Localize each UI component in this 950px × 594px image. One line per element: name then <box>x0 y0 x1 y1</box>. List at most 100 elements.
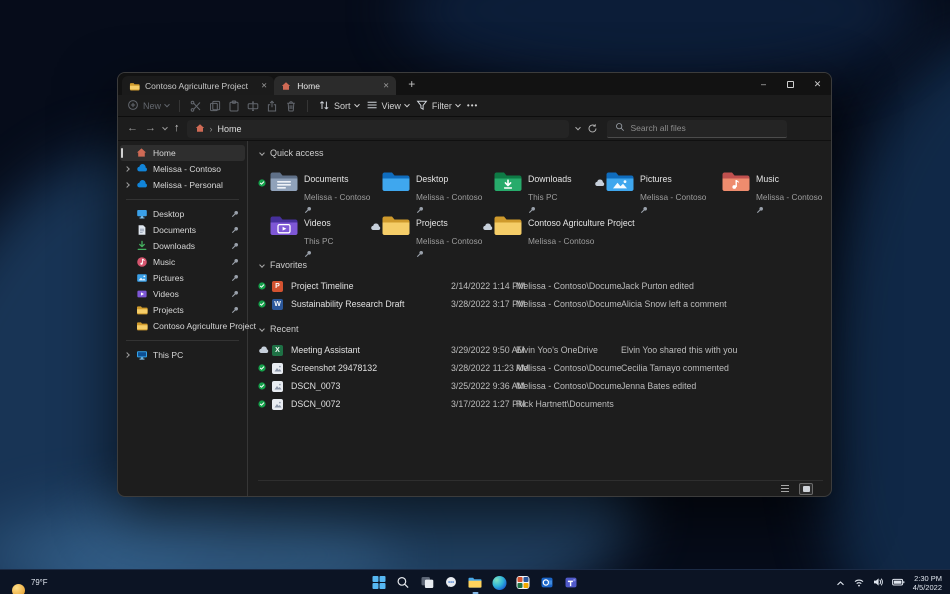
search-icon <box>615 119 625 137</box>
wifi-icon[interactable] <box>853 574 865 592</box>
sidebar-item-downloads[interactable]: Downloads <box>120 238 245 254</box>
divider <box>307 99 309 112</box>
file-row-sustainability-research-draft[interactable]: W Sustainability Research Draft 3/28/202… <box>258 295 823 313</box>
filter-button[interactable]: Filter <box>416 99 461 113</box>
teams-button[interactable] <box>563 574 580 591</box>
forward-button[interactable]: → <box>145 123 156 134</box>
paste-button[interactable] <box>228 100 240 112</box>
refresh-button[interactable] <box>587 123 598 134</box>
office-button[interactable] <box>515 574 532 591</box>
tile-contoso-agriculture-project[interactable]: Contoso Agriculture Project Melissa - Con… <box>482 211 702 249</box>
file-row-screenshot[interactable]: Screenshot 29478132 3/28/2022 11:23 AM M… <box>258 359 823 377</box>
back-button[interactable]: ← <box>127 123 138 134</box>
search-input[interactable] <box>630 123 779 133</box>
sidebar-item-contoso-agriculture-project[interactable]: Contoso Agriculture Project <box>120 318 256 334</box>
section-quick-access[interactable]: Quick access <box>258 145 823 161</box>
tile-name: Contoso Agriculture Project <box>528 218 635 228</box>
edge-icon <box>492 575 506 590</box>
file-name: Screenshot 29478132 <box>291 363 378 373</box>
sync-status-icon <box>258 179 266 187</box>
sidebar-item-music[interactable]: Music <box>120 254 245 270</box>
share-button[interactable] <box>266 99 278 112</box>
tile-pictures[interactable]: Pictures Melissa - Contoso <box>594 167 706 213</box>
sort-button[interactable]: Sort <box>318 99 360 113</box>
sidebar-item-pictures[interactable]: Pictures <box>120 270 245 286</box>
file-row-project-timeline[interactable]: P Project Timeline 2/14/2022 1:14 PM Mel… <box>258 277 823 295</box>
sidebar-item-melissa-personal[interactable]: Melissa - Personal <box>120 177 245 193</box>
volume-icon[interactable] <box>873 574 884 592</box>
items-view: Quick access Documents Melissa - Contoso … <box>248 141 831 496</box>
breadcrumb[interactable]: › Home <box>186 119 569 138</box>
file-location: Melissa - Contoso\Documents <box>516 281 621 291</box>
hidden-icons-button[interactable] <box>836 574 845 592</box>
tile-location: This PC <box>528 192 558 202</box>
sidebar-item-desktop[interactable]: Desktop <box>120 206 245 222</box>
edge-button[interactable] <box>491 574 508 591</box>
tile-downloads[interactable]: Downloads This PC <box>482 167 594 213</box>
sidebar-item-this-pc[interactable]: This PC <box>120 347 245 363</box>
tile-documents[interactable]: Documents Melissa - Contoso <box>258 167 370 213</box>
sidebar-item-videos[interactable]: Videos <box>120 286 245 302</box>
delete-button[interactable] <box>285 100 297 112</box>
details-view-button[interactable] <box>778 483 792 495</box>
onedrive-icon <box>136 163 148 175</box>
copy-button[interactable] <box>209 100 221 112</box>
weather-widget[interactable]: 79°F Sunny <box>12 572 52 594</box>
section-recent[interactable]: Recent <box>258 321 823 337</box>
large-icons-view-button[interactable] <box>799 482 813 495</box>
view-icon <box>366 99 378 113</box>
tab-close-icon[interactable]: ✕ <box>261 81 267 90</box>
section-favorites[interactable]: Favorites <box>258 257 823 273</box>
tab-contoso-agriculture-project[interactable]: Contoso Agriculture Project ✕ <box>122 76 275 95</box>
maximize-button[interactable] <box>777 73 804 95</box>
sync-status-icon <box>258 282 272 290</box>
chevron-down-icon <box>404 101 410 107</box>
sidebar-item-projects[interactable]: Projects <box>120 302 245 318</box>
tab-close-icon[interactable]: ✕ <box>383 81 389 90</box>
recent-locations-button[interactable] <box>162 124 168 131</box>
minimize-button[interactable]: – <box>750 73 777 95</box>
start-button[interactable] <box>371 574 388 591</box>
tile-projects[interactable]: Projects Melissa - Contoso <box>370 211 482 257</box>
window-body: Home Melissa - Contoso Melissa - Persona… <box>118 141 831 496</box>
desktop: Contoso Agriculture Project ✕ Home ✕ + –… <box>0 0 950 594</box>
file-row-dscn-0072[interactable]: DSCN_0072 3/17/2022 1:27 PM Rick Hartnet… <box>258 395 823 413</box>
chevron-right-icon[interactable] <box>124 182 130 188</box>
breadcrumb-item-home[interactable]: Home <box>218 124 242 134</box>
rename-button[interactable] <box>247 100 259 112</box>
up-button[interactable]: ↑ <box>174 123 180 134</box>
view-button[interactable]: View <box>366 99 410 113</box>
tile-videos[interactable]: Videos This PC <box>258 211 370 257</box>
chevron-right-icon[interactable] <box>124 352 130 358</box>
new-button[interactable]: New <box>127 99 170 113</box>
cloud-status-icon <box>482 223 493 231</box>
file-row-dscn-0073[interactable]: DSCN_0073 3/25/2022 9:36 AM Melissa - Co… <box>258 377 823 395</box>
powerpoint-file-icon: P <box>272 280 291 292</box>
tab-home[interactable]: Home ✕ <box>274 76 397 95</box>
pin-icon <box>231 306 239 314</box>
tile-music[interactable]: Music Melissa - Contoso <box>706 167 822 213</box>
sidebar-item-home[interactable]: Home <box>120 145 245 161</box>
new-tab-button[interactable]: + <box>408 78 415 90</box>
taskbar-clock[interactable]: 2:30 PM 4/5/2022 <box>913 574 942 592</box>
chat-button[interactable] <box>443 574 460 591</box>
cut-button[interactable] <box>190 100 202 112</box>
task-view-button[interactable] <box>419 574 436 591</box>
chevron-down-icon <box>353 101 360 107</box>
file-explorer-button[interactable] <box>467 574 484 594</box>
sidebar-item-melissa-contoso[interactable]: Melissa - Contoso <box>120 161 245 177</box>
close-button[interactable]: ✕ <box>804 73 831 95</box>
see-more-button[interactable]: ••• <box>467 101 478 110</box>
maximize-icon <box>787 80 794 88</box>
address-dropdown-button[interactable] <box>574 124 581 131</box>
file-date: 3/29/2022 9:50 AM <box>451 345 525 355</box>
folder-icon <box>129 81 140 91</box>
battery-icon[interactable] <box>891 574 905 592</box>
chevron-right-icon[interactable] <box>124 166 130 172</box>
tile-desktop[interactable]: Desktop Melissa - Contoso <box>370 167 482 213</box>
file-row-meeting-assistant[interactable]: X Meeting Assistant 3/29/2022 9:50 AM El… <box>258 341 823 359</box>
outlook-button[interactable] <box>539 574 556 591</box>
tab-strip: Contoso Agriculture Project ✕ Home ✕ + –… <box>118 73 831 95</box>
sidebar-item-documents[interactable]: Documents <box>120 222 245 238</box>
search-button[interactable] <box>395 574 412 591</box>
